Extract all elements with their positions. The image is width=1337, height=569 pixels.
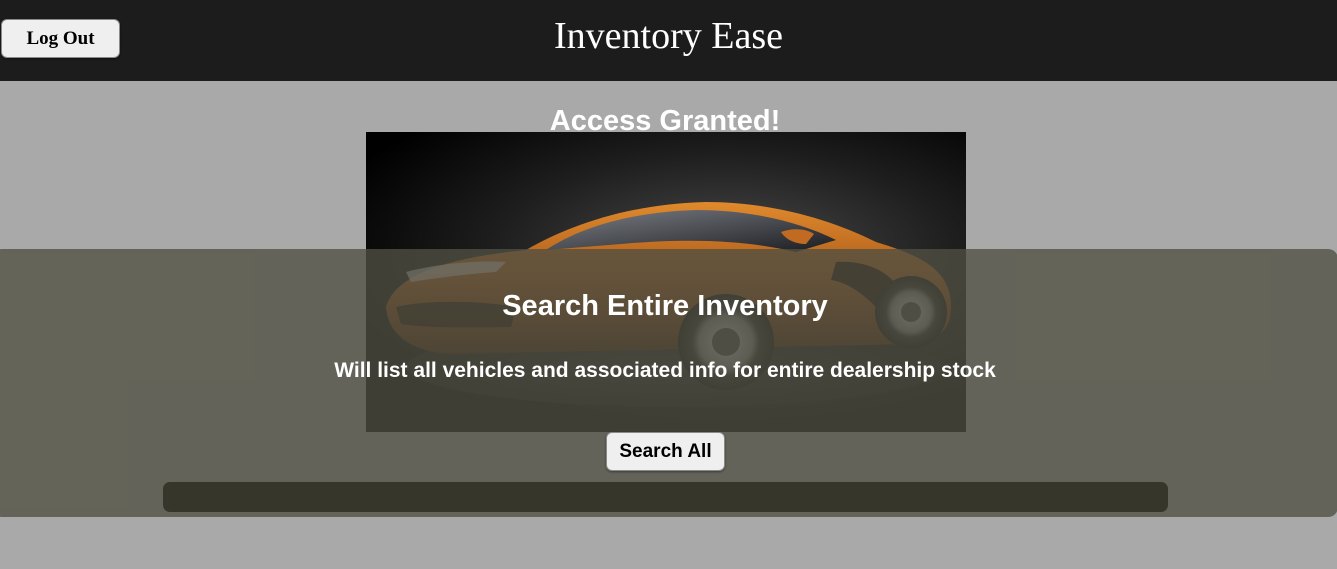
search-panel-description: Will list all vehicles and associated in… — [334, 359, 996, 382]
results-container — [163, 482, 1168, 512]
search-all-button[interactable]: Search All — [606, 432, 725, 471]
app-title: Inventory Ease — [554, 15, 783, 57]
top-nav-bar: Log Out Inventory Ease — [0, 0, 1337, 81]
search-panel-heading: Search Entire Inventory — [502, 290, 828, 322]
